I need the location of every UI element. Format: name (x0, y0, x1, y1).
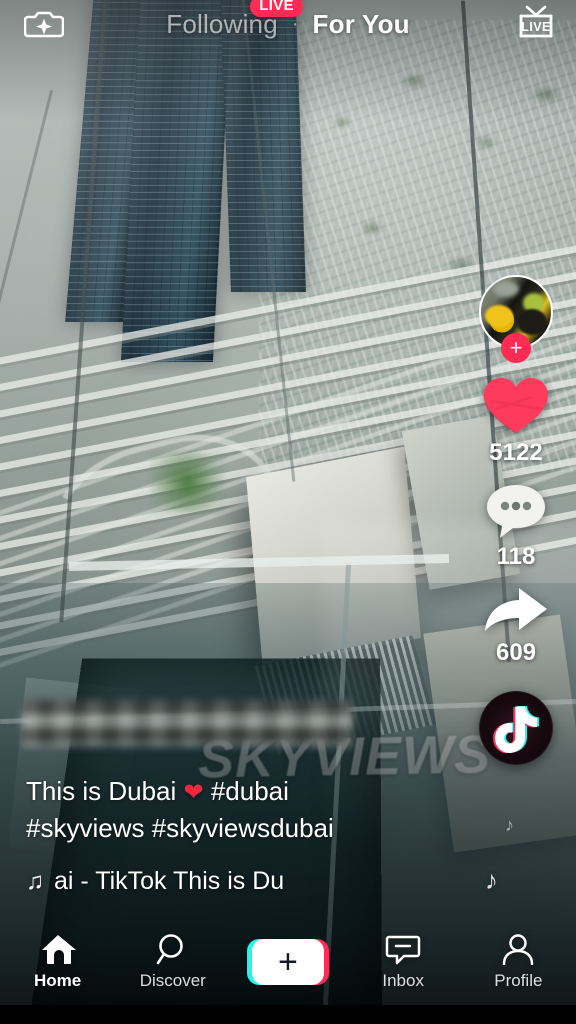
feed-tabs: Following · For You LIVE (166, 0, 410, 40)
nav-item-discover[interactable]: Discover (125, 933, 221, 991)
top-bar: Following · For You LIVE LIVE (0, 0, 576, 48)
bottom-nav: Home Discover + Inbox Profile (0, 919, 576, 1005)
person-icon (501, 933, 535, 965)
inbox-icon (385, 933, 421, 965)
floating-music-note-icon: ♪ (485, 865, 498, 895)
comment-count: 118 (496, 543, 536, 570)
music-note-icon: ♫ (26, 867, 44, 895)
caption-text-a: This is Dubai (26, 776, 184, 807)
avatar-with-follow[interactable]: + (479, 275, 553, 363)
share-count: 609 (495, 639, 537, 666)
tiktok-app-screen: SKYVIEWS Following · For You LIVE LIVE (0, 0, 576, 1024)
tiktok-note-icon (493, 706, 539, 753)
caption-hashtag-dubai[interactable]: #dubai (204, 776, 289, 806)
share-action[interactable]: 609 (481, 585, 551, 667)
svg-text:LIVE: LIVE (521, 20, 550, 34)
nav-item-home[interactable]: Home (10, 933, 106, 991)
effects-button[interactable] (18, 4, 70, 44)
action-rail: + 5122 118 609 (466, 275, 566, 765)
home-indicator-bar (0, 1005, 576, 1024)
nav-label-home: Home (33, 971, 82, 990)
nav-label-discover: Discover (139, 971, 206, 990)
nav-item-profile[interactable]: Profile (470, 933, 566, 991)
caption-line-2[interactable]: #skyviews #skyviewsdubai (26, 810, 426, 847)
music-title[interactable]: ai - TikTok This is Du (54, 867, 284, 896)
comment-action[interactable]: 118 (484, 481, 548, 571)
heart-emoji-icon: ❤ (183, 779, 204, 807)
nav-item-create[interactable]: + (240, 939, 336, 985)
like-action[interactable]: 5122 (482, 375, 550, 467)
camera-sparkle-icon (24, 11, 64, 38)
nav-label-inbox: Inbox (382, 971, 424, 990)
search-icon (155, 933, 191, 965)
nav-item-inbox[interactable]: Inbox (355, 933, 451, 991)
create-button[interactable]: + (246, 939, 329, 985)
home-icon (39, 933, 77, 965)
caption-line-1[interactable]: This is Dubai ❤ #dubai (26, 773, 426, 810)
comment-icon (484, 481, 548, 541)
create-plus-icon[interactable]: + (251, 939, 324, 985)
live-badge[interactable]: LIVE (250, 0, 303, 17)
nav-label-profile: Profile (494, 971, 543, 990)
music-row[interactable]: ♫ ai - TikTok This is Du (26, 867, 426, 896)
heart-icon (482, 375, 550, 437)
tab-for-you[interactable]: For You (313, 9, 410, 40)
live-tv-icon: LIVE (519, 5, 553, 38)
like-count: 5122 (489, 439, 543, 466)
tiktok-logo-disc[interactable] (479, 691, 553, 765)
share-arrow-icon (481, 585, 551, 637)
follow-button[interactable]: + (501, 333, 531, 363)
floating-music-note-icon: ♪ (505, 815, 514, 835)
live-button[interactable]: LIVE (510, 2, 562, 46)
video-caption: This is Dubai ❤ #dubai #skyviews #skyvie… (26, 773, 426, 896)
